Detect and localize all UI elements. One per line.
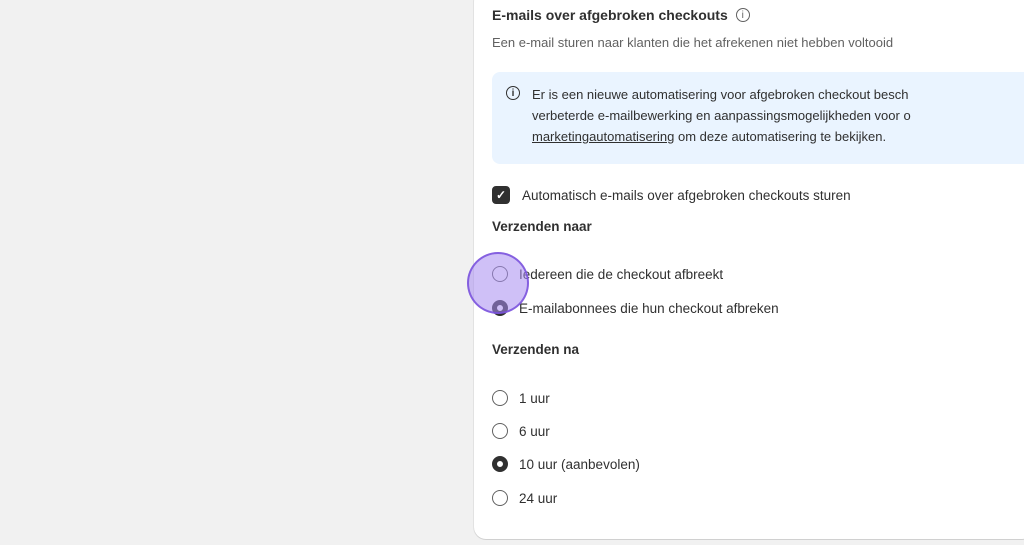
send-after-option-24h[interactable]: 24 uur: [492, 490, 557, 506]
send-to-option-subscribers[interactable]: E-mailabonnees die hun checkout afbreken: [492, 300, 779, 316]
radio-button[interactable]: [492, 423, 508, 439]
send-after-label: Verzenden na: [492, 342, 580, 357]
send-after-option-10h[interactable]: 10 uur (aanbevolen): [492, 456, 640, 472]
radio-label: 24 uur: [519, 490, 558, 506]
info-icon[interactable]: i: [735, 8, 750, 22]
send-after-option-1h[interactable]: 1 uur: [492, 390, 550, 406]
auto-send-label: Automatisch e-mails over afgebroken chec…: [522, 187, 851, 203]
radio-button[interactable]: [492, 300, 508, 316]
banner-line-3-rest: om deze automatisering te bekijken.: [674, 129, 887, 144]
radio-button[interactable]: [492, 490, 508, 506]
radio-button[interactable]: [492, 390, 508, 406]
card-content: E-mails over afgebroken checkouts i Een …: [492, 0, 1024, 539]
radio-label: E-mailabonnees die hun checkout afbreken: [519, 300, 779, 316]
banner-text: Er is een nieuwe automatisering voor afg…: [532, 84, 911, 147]
auto-send-checkbox-row[interactable]: ✓ Automatisch e-mails over afgebroken ch…: [492, 186, 851, 204]
banner-line-2: verbeterde e-mailbewerking en aanpassing…: [532, 108, 911, 123]
radio-button[interactable]: [492, 266, 508, 282]
info-banner: i Er is een nieuwe automatisering voor a…: [492, 72, 1024, 164]
send-to-option-everyone[interactable]: Iedereen die de checkout afbreekt: [492, 266, 723, 282]
marketing-automation-link[interactable]: marketingautomatisering: [532, 129, 674, 144]
send-after-option-6h[interactable]: 6 uur: [492, 423, 550, 439]
section-header: E-mails over afgebroken checkouts i: [492, 7, 750, 23]
radio-label: 10 uur (aanbevolen): [519, 456, 640, 472]
radio-label: Iedereen die de checkout afbreekt: [519, 266, 724, 282]
radio-button[interactable]: [492, 456, 508, 472]
section-title: E-mails over afgebroken checkouts: [492, 7, 728, 23]
section-subtitle: Een e-mail sturen naar klanten die het a…: [492, 35, 894, 50]
radio-label: 1 uur: [519, 390, 550, 406]
send-to-label: Verzenden naar: [492, 219, 592, 234]
abandoned-checkout-card: E-mails over afgebroken checkouts i Een …: [474, 0, 1024, 539]
info-icon: i: [506, 86, 520, 100]
radio-label: 6 uur: [519, 423, 550, 439]
banner-line-3: marketingautomatisering om deze automati…: [532, 126, 911, 147]
auto-send-checkbox[interactable]: ✓: [492, 186, 510, 204]
banner-line-1: Er is een nieuwe automatisering voor afg…: [532, 87, 909, 102]
